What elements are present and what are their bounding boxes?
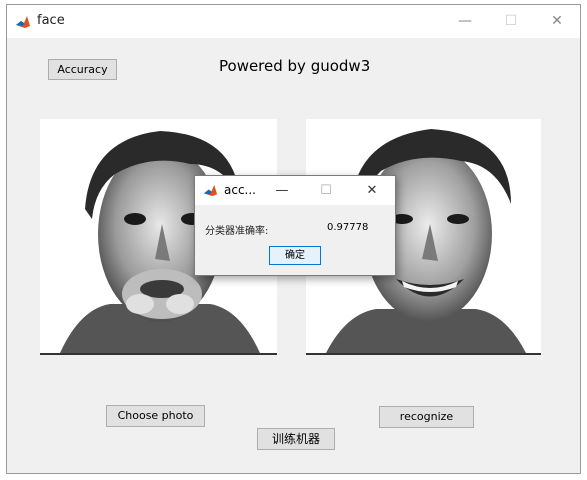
accuracy-dialog: acc... — ☐ ✕ 分类器准确率: 0.97778 确定	[194, 175, 396, 276]
accuracy-label: 分类器准确率:	[205, 226, 269, 237]
accuracy-value: 0.97778	[327, 222, 369, 233]
recognize-button[interactable]: recognize	[379, 406, 474, 428]
maximize-button[interactable]: ☐	[488, 5, 534, 38]
page-heading: Powered by guodw3	[219, 57, 371, 75]
matlab-icon	[15, 14, 31, 30]
dialog-title-bar[interactable]: acc... — ☐ ✕	[195, 176, 395, 205]
dialog-title: acc...	[224, 183, 256, 197]
title-bar[interactable]: face — ☐ ✕	[7, 5, 580, 38]
minimize-button[interactable]: —	[442, 5, 488, 38]
dialog-maximize-button[interactable]: ☐	[309, 176, 343, 205]
close-button[interactable]: ✕	[534, 5, 580, 38]
accuracy-button[interactable]: Accuracy	[48, 59, 117, 80]
matlab-icon	[203, 184, 218, 197]
dialog-minimize-button[interactable]: —	[265, 176, 299, 205]
dialog-close-button[interactable]: ✕	[355, 176, 389, 205]
train-button[interactable]: 训练机器	[257, 428, 335, 450]
choose-photo-button[interactable]: Choose photo	[106, 405, 205, 427]
window-title: face	[37, 13, 65, 28]
ok-button[interactable]: 确定	[269, 246, 321, 265]
